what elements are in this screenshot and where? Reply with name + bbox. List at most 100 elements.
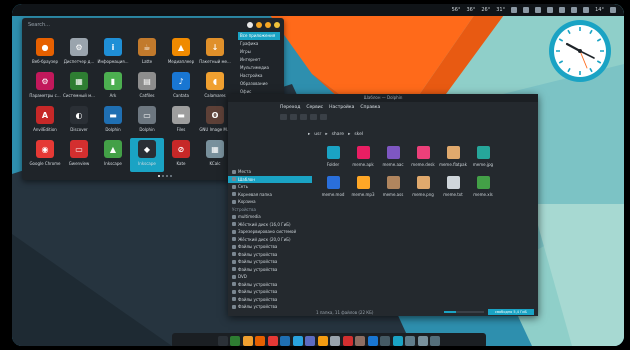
page-dot[interactable] [162, 175, 164, 177]
breadcrumb-item[interactable]: usr [314, 132, 321, 137]
app-tile[interactable]: ▲ Медиаплеер [164, 36, 198, 70]
forward-icon[interactable] [290, 114, 297, 120]
app-tile[interactable]: ▭ Dolphin [130, 104, 164, 138]
category-item[interactable]: Игры [238, 48, 280, 56]
menu-item[interactable]: Настройка [329, 105, 354, 110]
app-tile[interactable]: ▤ Catfiles [130, 70, 164, 104]
close-icon[interactable] [274, 22, 280, 28]
split-icon[interactable] [320, 114, 327, 120]
folder-icon[interactable] [392, 335, 403, 346]
category-item[interactable]: Образование [238, 80, 280, 88]
sidebar-item[interactable]: Жёсткий диск (20,0 ГиБ) [228, 236, 312, 244]
chat-icon[interactable] [523, 7, 530, 13]
clock-widget[interactable] [547, 18, 613, 84]
window-icon[interactable] [380, 335, 391, 346]
bluetooth-icon[interactable] [547, 7, 554, 13]
box-icon[interactable] [355, 335, 366, 346]
launcher-search-input[interactable]: Search... [28, 22, 228, 30]
app-tile[interactable]: ▦ KCalc [198, 138, 232, 172]
sidebar-item[interactable]: Корзина [228, 198, 312, 206]
menu-item[interactable]: Сервис [306, 105, 323, 110]
launcher-pager[interactable] [158, 175, 172, 177]
category-item[interactable]: Графика [238, 40, 280, 48]
file-item[interactable]: meme.png [408, 176, 438, 206]
file-item[interactable]: meme.desk [408, 146, 438, 176]
app-tile[interactable]: ▬ Dolphin [96, 104, 130, 138]
sidebar-item[interactable]: Зарезервировано системой [228, 228, 312, 236]
sidebar-item[interactable]: Сеть [228, 183, 312, 191]
file-item[interactable]: meme.ass [378, 176, 408, 206]
app-tile[interactable]: i Информация... [96, 36, 130, 70]
file-item[interactable]: meme.aac [378, 146, 408, 176]
file-item[interactable]: meme.flatpak [438, 146, 468, 176]
sidebar-item[interactable]: Файлы устройства [228, 266, 312, 274]
page-dot[interactable] [166, 175, 168, 177]
app-tile[interactable]: ◆ Inkscape [130, 138, 164, 172]
app-tile[interactable]: ▬ Files [164, 104, 198, 138]
home-icon[interactable] [300, 114, 307, 120]
app-tile[interactable]: ▮ Ark [96, 70, 130, 104]
play-icon[interactable] [230, 335, 241, 346]
chrome-icon[interactable] [267, 335, 278, 346]
terminal-icon[interactable] [217, 335, 228, 346]
app-tile[interactable]: ▦ Системный м... [62, 70, 96, 104]
breadcrumb-item[interactable]: share [332, 132, 344, 137]
keyboard-layout-icon[interactable] [559, 7, 566, 13]
sidebar-item[interactable]: Файлы устройства [228, 243, 312, 251]
app-tile[interactable]: ◖ Calamares [198, 70, 232, 104]
vscode-icon[interactable] [367, 335, 378, 346]
sidebar-item[interactable]: Файлы устройства [228, 296, 312, 304]
sidebar-item[interactable]: Места [228, 168, 312, 176]
category-item[interactable]: Все приложения [238, 32, 280, 40]
volume-icon[interactable] [535, 7, 542, 13]
file-item[interactable]: meme.mod [318, 176, 348, 206]
trash-icon[interactable] [430, 335, 441, 346]
network-icon[interactable] [511, 7, 518, 13]
app-tile[interactable]: ▲ Inkscape [96, 138, 130, 172]
image-icon[interactable] [330, 335, 341, 346]
minimize-icon[interactable] [256, 22, 262, 28]
power-icon[interactable] [610, 7, 616, 13]
sidebar-item[interactable]: Файлы устройства [228, 281, 312, 289]
sidebar-item[interactable]: Файлы устройства [228, 251, 312, 259]
back-icon[interactable] [280, 114, 287, 120]
view-icon[interactable] [310, 114, 317, 120]
battery-icon[interactable] [571, 7, 578, 13]
app-tile[interactable]: ◐ Discover [62, 104, 96, 138]
firefox-icon[interactable] [255, 335, 266, 346]
notifications-icon[interactable] [583, 7, 590, 13]
app-tile[interactable]: ⚙ Параметры с... [28, 70, 62, 104]
app-tile[interactable]: ♪ Cantata [164, 70, 198, 104]
sidebar-item[interactable]: Файлы устройства [228, 258, 312, 266]
file-item[interactable]: Folder [318, 146, 348, 176]
brush-icon[interactable] [317, 335, 328, 346]
menu-item[interactable]: Справка [360, 105, 380, 110]
maximize-icon[interactable] [265, 22, 271, 28]
file-item[interactable]: meme.jpg [468, 146, 498, 176]
menu-item[interactable]: Переход [280, 105, 300, 110]
app-tile[interactable]: ● Веб-браузер [28, 36, 62, 70]
page-dot[interactable] [170, 175, 172, 177]
file-item[interactable]: meme.txt [438, 176, 468, 206]
zoom-slider[interactable] [444, 311, 484, 313]
sidebar-item[interactable]: multimedia [228, 213, 312, 221]
gift-icon[interactable] [342, 335, 353, 346]
telegram-icon[interactable] [292, 335, 303, 346]
app-tile[interactable]: A AnvilEdition [28, 104, 62, 138]
app-tile[interactable]: ↓ Пакетный ме... [198, 36, 232, 70]
sidebar-item[interactable]: Жёсткий диск (16,0 ГиБ) [228, 221, 312, 229]
sidebar-item[interactable]: Корневая папка [228, 191, 312, 199]
monitor-icon[interactable] [405, 335, 416, 346]
sidebar-item[interactable]: Шаблон [228, 175, 312, 183]
app-tile[interactable]: ▭ Gwenview [62, 138, 96, 172]
rocket-icon[interactable] [305, 335, 316, 346]
clock-text[interactable]: 14° [595, 7, 604, 13]
app-tile[interactable]: ʘ GNU Image M... [198, 104, 232, 138]
file-item[interactable]: meme.xls [468, 176, 498, 206]
file-item[interactable]: meme.apk [348, 146, 378, 176]
page-dot[interactable] [158, 175, 160, 177]
app-tile[interactable]: ⚙ Диспетчер д... [62, 36, 96, 70]
sidebar-item[interactable]: Файлы устройства [228, 288, 312, 296]
qb-icon[interactable] [280, 335, 291, 346]
app-tile[interactable]: ⊘ Kate [164, 138, 198, 172]
